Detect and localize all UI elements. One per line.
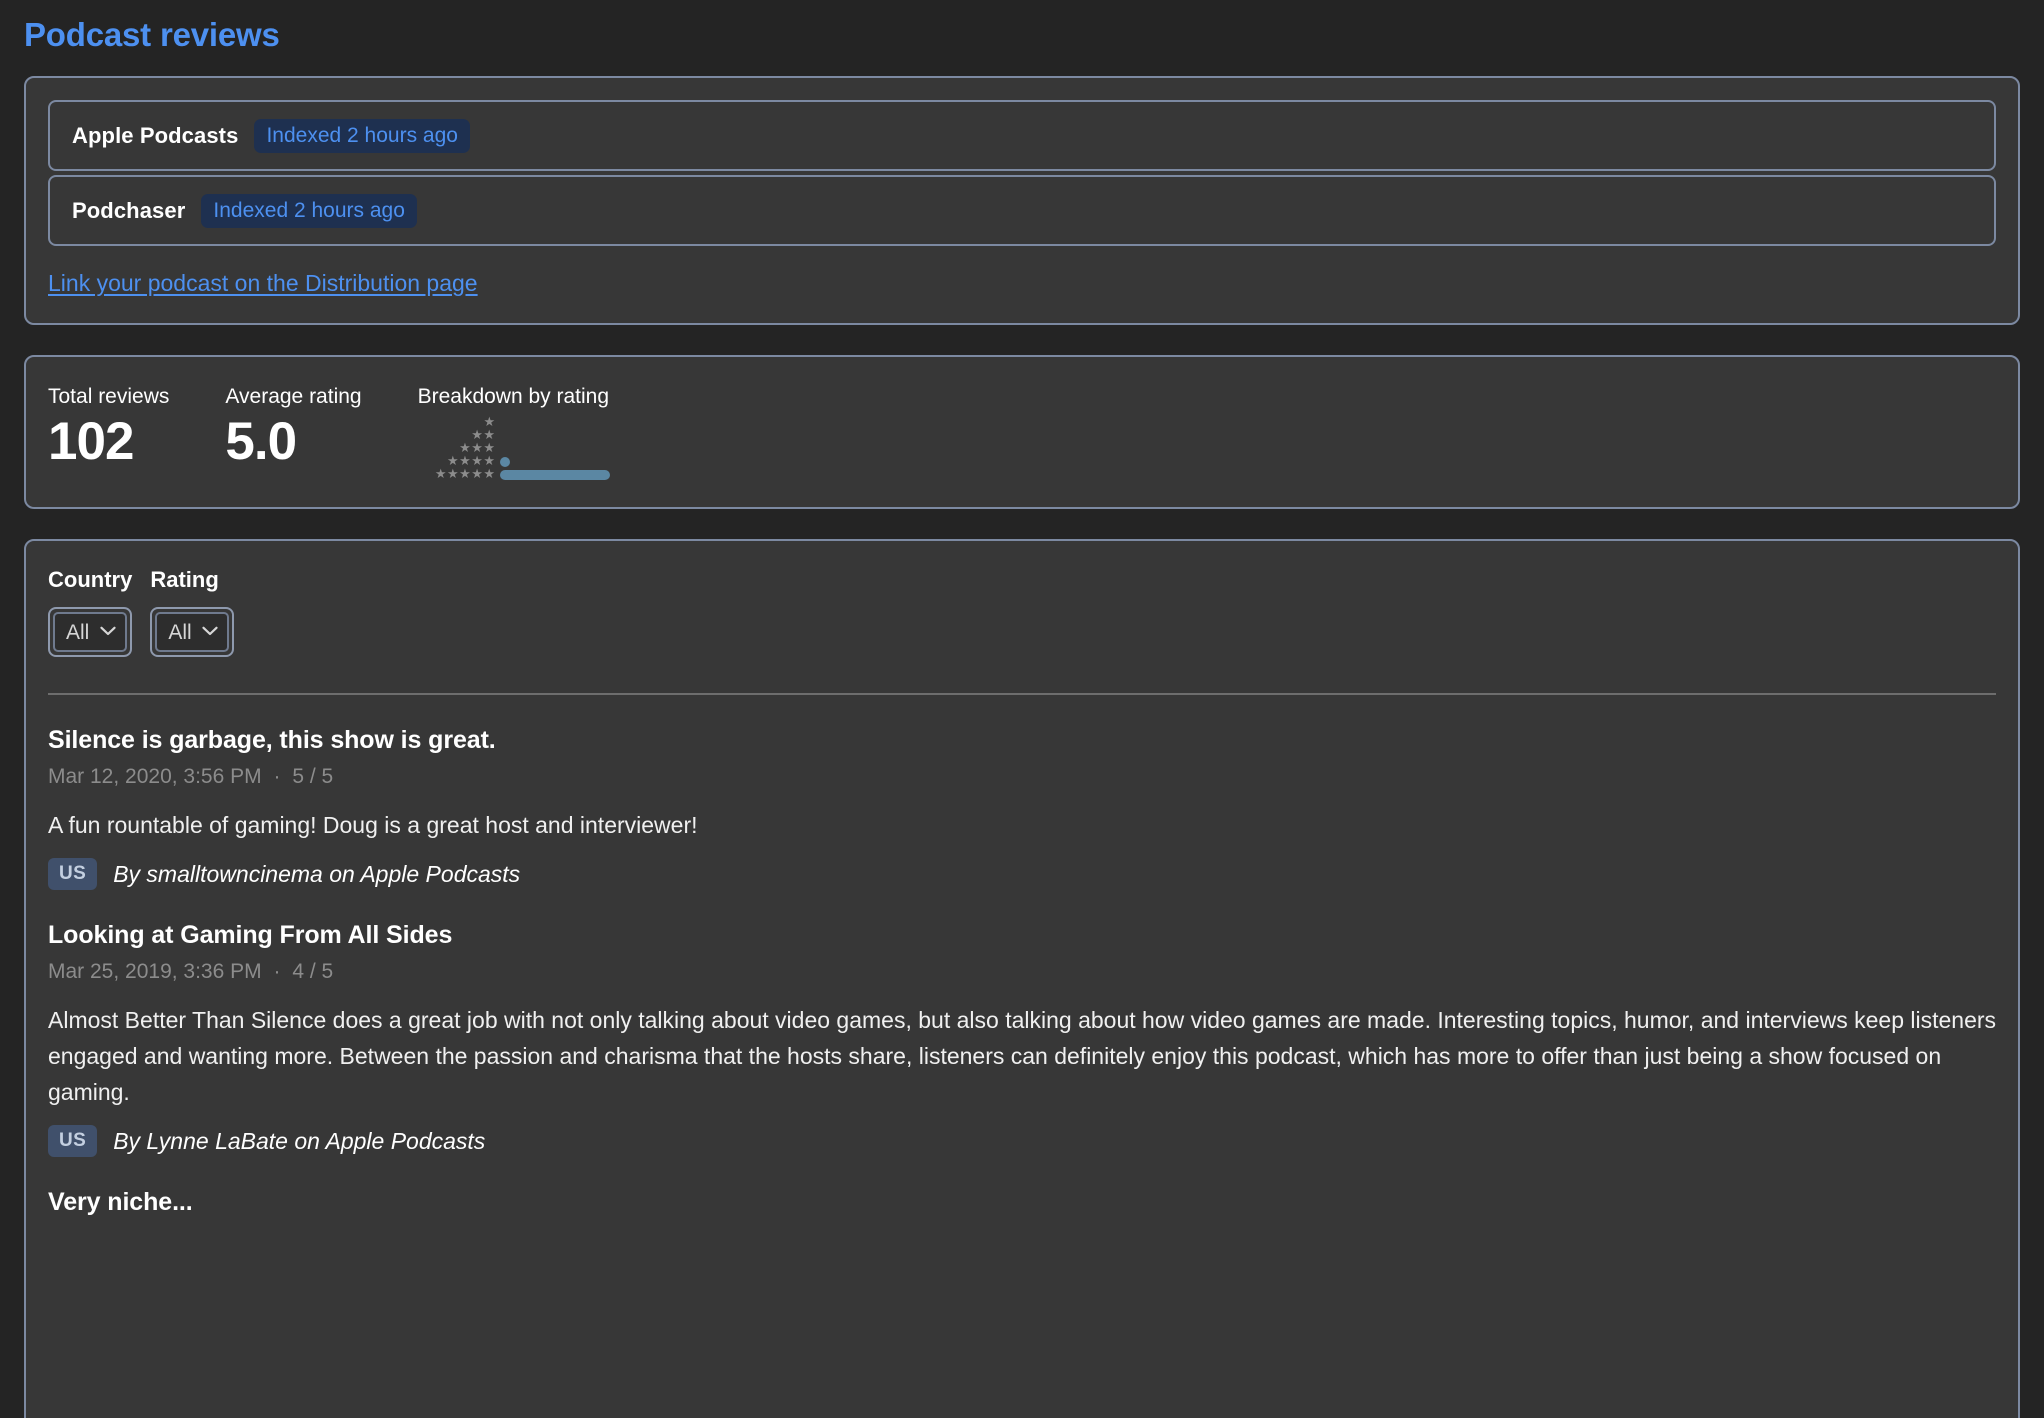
rating-select[interactable]: All <box>155 612 230 652</box>
review-item: Silence is garbage, this show is great. … <box>48 695 1996 890</box>
podcast-reviews-page: Podcast reviews Apple Podcasts Indexed 2… <box>0 0 2044 1418</box>
meta-separator: · <box>273 960 281 983</box>
review-item: Very niche... <box>48 1157 1996 1219</box>
source-name: Apple Podcasts <box>72 122 239 148</box>
chevron-down-icon <box>202 623 218 641</box>
rating-breakdown-row: ★★★★★ <box>418 468 610 481</box>
review-item: Looking at Gaming From All Sides Mar 25,… <box>48 890 1996 1157</box>
review-date: Mar 25, 2019, 3:36 PM <box>48 960 262 983</box>
review-author: By smalltowncinema on Apple Podcasts <box>113 861 521 887</box>
meta-separator: · <box>273 765 281 788</box>
review-body: A fun rountable of gaming! Doug is a gre… <box>48 812 698 838</box>
review-author-line: US By Lynne LaBate on Apple Podcasts <box>48 1125 1996 1157</box>
sources-card: Apple Podcasts Indexed 2 hours ago Podch… <box>24 76 2020 325</box>
country-select-value: All <box>66 620 90 644</box>
stat-label: Total reviews <box>48 385 170 408</box>
review-author: By Lynne LaBate on Apple Podcasts <box>113 1128 486 1154</box>
country-select-shell: All <box>48 607 133 657</box>
review-rating: 5 / 5 <box>292 765 334 788</box>
filter-country: Country All <box>48 565 133 657</box>
source-row-apple-podcasts[interactable]: Apple Podcasts Indexed 2 hours ago <box>48 100 1996 171</box>
filter-rating: Rating All <box>150 565 235 657</box>
review-title: Looking at Gaming From All Sides <box>48 921 453 949</box>
rating-breakdown-row: ★★ <box>418 429 610 442</box>
rating-select-value: All <box>168 620 192 644</box>
indexed-status-badge: Indexed 2 hours ago <box>201 193 417 228</box>
distribution-page-link[interactable]: Link your podcast on the Distribution pa… <box>48 270 478 297</box>
breakdown-label: Breakdown by rating <box>417 385 610 408</box>
indexed-status-badge: Indexed 2 hours ago <box>254 118 470 153</box>
page-title: Podcast reviews <box>24 16 280 53</box>
stat-breakdown-by-rating: Breakdown by rating ★ ★★ ★★★ ★★★★ ★★★★★ <box>418 383 610 481</box>
filter-label: Rating <box>150 567 219 592</box>
country-badge: US <box>48 858 98 890</box>
star-icons: ★★★★★ <box>434 467 496 482</box>
review-title: Silence is garbage, this show is great. <box>48 726 496 754</box>
review-meta: Mar 25, 2019, 3:36 PM · 4 / 5 <box>48 958 1996 986</box>
review-meta: Mar 12, 2020, 3:56 PM · 5 / 5 <box>48 763 1996 791</box>
source-name: Podchaser <box>72 197 186 223</box>
country-badge: US <box>48 1125 98 1157</box>
review-rating: 4 / 5 <box>292 960 334 983</box>
source-row-podchaser[interactable]: Podchaser Indexed 2 hours ago <box>48 175 1996 246</box>
review-body: Almost Better Than Silence does a great … <box>48 1007 1997 1105</box>
rating-bar <box>499 456 510 467</box>
stat-label: Average rating <box>225 385 362 408</box>
rating-bar-track <box>499 456 510 467</box>
rating-breakdown-chart: ★ ★★ ★★★ ★★★★ ★★★★★ <box>418 416 610 481</box>
stat-value: 5.0 <box>225 412 297 471</box>
rating-breakdown-row: ★ <box>418 416 610 429</box>
filter-label: Country <box>48 567 133 592</box>
stats-card: Total reviews 102 Average rating 5.0 Bre… <box>24 355 2020 509</box>
review-author-line: US By smalltowncinema on Apple Podcasts <box>48 858 1996 890</box>
rating-select-shell: All <box>150 607 235 657</box>
country-select[interactable]: All <box>53 612 128 652</box>
rating-bar <box>499 469 610 480</box>
stat-average-rating: Average rating 5.0 <box>225 383 361 473</box>
stat-total-reviews: Total reviews 102 <box>48 383 169 473</box>
stat-value: 102 <box>48 412 134 471</box>
review-date: Mar 12, 2020, 3:56 PM <box>48 765 262 788</box>
review-filters: Country All Rating All <box>48 565 1996 657</box>
chevron-down-icon <box>100 623 116 641</box>
review-title: Very niche... <box>48 1188 193 1216</box>
rating-bar-track <box>499 469 610 480</box>
reviews-card: Country All Rating All Silence is garbag… <box>24 539 2020 1418</box>
